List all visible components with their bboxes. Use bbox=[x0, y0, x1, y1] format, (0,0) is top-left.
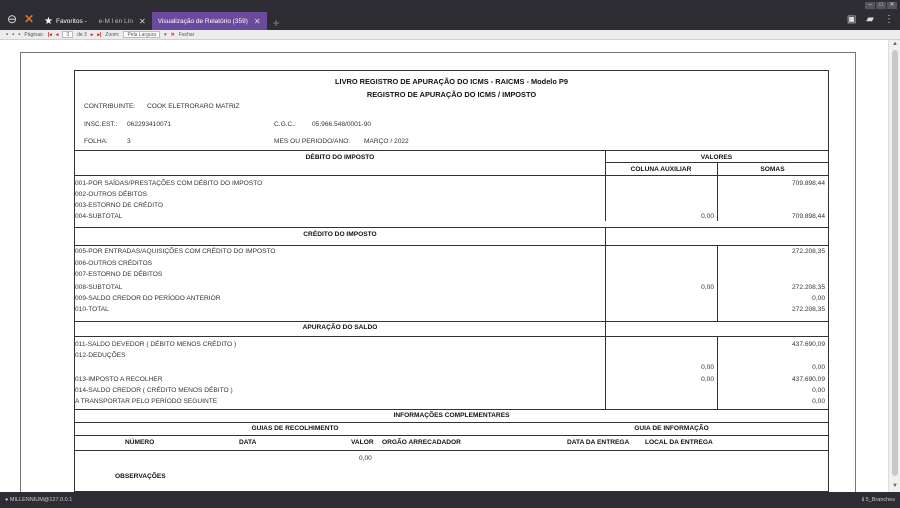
print-setup-icon[interactable]: ▪ bbox=[18, 32, 20, 38]
col-data-entrega: DATA DA ENTREGA bbox=[567, 439, 630, 446]
close-tab-icon[interactable]: ✕ bbox=[254, 17, 261, 26]
divider bbox=[75, 450, 828, 451]
col-numero: NÚMERO bbox=[125, 439, 155, 446]
more-menu-icon[interactable]: ⋮ bbox=[884, 14, 894, 25]
cgc-label: C.G.C.: bbox=[274, 121, 296, 128]
col-valor: VALOR bbox=[351, 439, 374, 446]
maximize-icon[interactable]: □ bbox=[876, 2, 886, 9]
tab-visualizacao-relatorio[interactable]: Visualização de Relatório (359) ✕ bbox=[151, 12, 267, 30]
insc-label: INSC.EST.: bbox=[84, 121, 118, 128]
scroll-down-icon[interactable]: ▼ bbox=[891, 483, 899, 491]
last-page-icon[interactable]: ▸| bbox=[97, 32, 101, 38]
browser-titlebar: ⊖ ✕ ★ Favoritos - e-M l en Lín ✕ Visuali… bbox=[0, 0, 900, 30]
divider bbox=[75, 175, 828, 176]
star-icon: ★ bbox=[44, 15, 53, 27]
report-toolbar: ▪ ▪ ▪ Páginas: |◂ ◂ 3 de 3 ▸ ▸| Zoom: Pe… bbox=[0, 30, 900, 40]
tab-favoritos[interactable]: ★ Favoritos - bbox=[38, 12, 93, 30]
divider bbox=[75, 245, 828, 246]
next-page-icon[interactable]: ▸ bbox=[91, 32, 94, 38]
first-page-icon[interactable]: |◂ bbox=[48, 32, 52, 38]
user-status: ● MILLENNIUM@127.0.0.1 bbox=[5, 497, 73, 503]
tab-millennium[interactable]: e-M l en Lín ✕ bbox=[93, 12, 152, 30]
chevron-down-icon[interactable]: ▾ bbox=[164, 32, 167, 38]
col-local-entrega: LOCAL DA ENTREGA bbox=[645, 439, 713, 446]
credito-header: CRÉDITO DO IMPOSTO bbox=[303, 231, 377, 238]
close-window-icon[interactable]: ✕ bbox=[887, 2, 897, 9]
guia-informacao-header: GUIA DE INFORMAÇÃO bbox=[634, 425, 709, 432]
cgc-value: 05.966.548/0001-90 bbox=[312, 121, 372, 128]
contribuinte-value: COOK ELETRORARO MATRIZ bbox=[147, 103, 240, 110]
divider bbox=[75, 150, 828, 151]
prev-page-icon[interactable]: ◂ bbox=[56, 32, 59, 38]
divider bbox=[75, 321, 828, 322]
insc-value: 062293410071 bbox=[127, 121, 172, 128]
folha-value: 3 bbox=[127, 138, 131, 145]
folha-label: FOLHA: bbox=[84, 138, 108, 145]
page-of-label: de 3 bbox=[77, 31, 87, 38]
print-icon[interactable]: ▪ bbox=[12, 32, 14, 38]
chat-icon[interactable]: ▰ bbox=[866, 14, 874, 25]
minimize-icon[interactable]: – bbox=[865, 2, 875, 9]
debito-header: DÉBITO DO IMPOSTO bbox=[305, 154, 375, 161]
divider bbox=[605, 150, 606, 221]
col-orgao-arrecadador: ORGÃO ARRECADADOR bbox=[382, 439, 461, 446]
contribuinte-label: CONTRIBUINTE: bbox=[84, 103, 136, 110]
mes-value: MARÇO / 2022 bbox=[364, 138, 409, 145]
new-tab-icon[interactable]: + bbox=[273, 16, 280, 30]
scroll-up-icon[interactable]: ▲ bbox=[891, 41, 899, 49]
info-complementares-header: INFORMAÇÕES COMPLEMENTARES bbox=[393, 412, 510, 419]
valores-header: VALORES bbox=[700, 154, 733, 161]
pages-label: Páginas: bbox=[24, 31, 44, 38]
report-title: LIVRO REGISTRO DE APURAÇÃO DO ICMS - RAI… bbox=[335, 77, 568, 86]
raicms-report: LIVRO REGISTRO DE APURAÇÃO DO ICMS - RAI… bbox=[74, 70, 829, 492]
zoom-select[interactable]: Pela Largura bbox=[123, 31, 161, 38]
app-logo-icon: ✕ bbox=[23, 12, 35, 26]
tab-strip: ★ Favoritos - e-M l en Lín ✕ Visualizaçã… bbox=[38, 10, 280, 30]
user-icon: ● bbox=[5, 497, 9, 503]
page-number-input[interactable]: 3 bbox=[62, 31, 74, 38]
divider bbox=[75, 227, 828, 228]
divider bbox=[75, 435, 828, 436]
vertical-scrollbar[interactable]: ▲ ▼ bbox=[888, 40, 900, 492]
guias-recolhimento-header: GUIAS DE RECOLHIMENTO bbox=[251, 425, 339, 432]
branch-status: ℹ 5_Branches bbox=[862, 497, 895, 503]
close-icon[interactable]: ✕ bbox=[171, 32, 175, 38]
status-bar: ● MILLENNIUM@127.0.0.1 ℹ 5_Branches bbox=[0, 492, 900, 508]
observacoes-label: OBSERVAÇÕES bbox=[115, 473, 166, 480]
close-tab-icon[interactable]: ✕ bbox=[139, 17, 146, 26]
back-icon[interactable]: ⊖ bbox=[5, 12, 19, 26]
calendar-icon[interactable]: ▣ bbox=[847, 14, 856, 25]
info-icon: ℹ bbox=[862, 497, 865, 503]
divider bbox=[605, 227, 606, 321]
save-icon[interactable]: ▪ bbox=[6, 32, 8, 38]
close-report-button[interactable]: Fechar bbox=[179, 32, 195, 38]
zoom-label: Zoom: bbox=[105, 31, 120, 38]
report-subtitle: REGISTRO DE APURAÇÃO DO ICMS / IMPOSTO bbox=[366, 90, 537, 99]
coluna-auxiliar-header: COLUNA AUXILIAR bbox=[630, 166, 692, 173]
window-controls: – □ ✕ bbox=[865, 2, 897, 9]
apuracao-header: APURAÇÃO DO SALDO bbox=[302, 324, 378, 331]
divider bbox=[75, 422, 828, 423]
divider bbox=[75, 409, 828, 410]
col-data: DATA bbox=[239, 439, 257, 446]
topright-tools: ▣ ▰ ⋮ bbox=[847, 14, 894, 25]
valor-value: 0,00 bbox=[359, 455, 372, 462]
mes-label: MES OU PERIODO/ANO: bbox=[274, 138, 351, 145]
somas-header: SOMAS bbox=[760, 166, 785, 173]
divider bbox=[75, 336, 828, 337]
scroll-thumb[interactable] bbox=[892, 50, 898, 476]
